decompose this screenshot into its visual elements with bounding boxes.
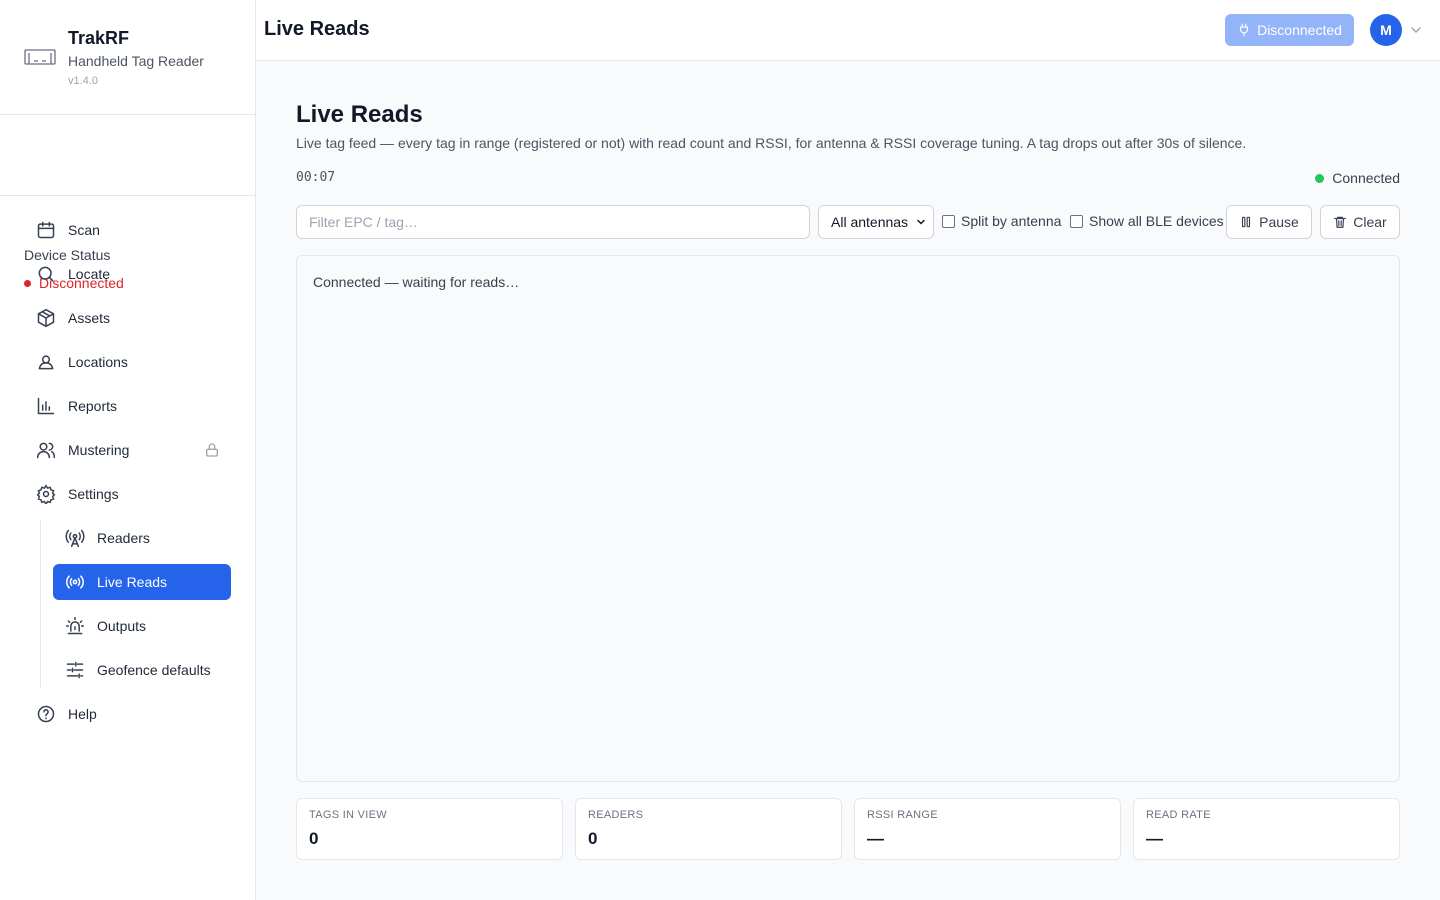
connection-status-text: Connected	[1332, 170, 1400, 186]
broadcast-icon	[66, 575, 84, 589]
sidebar-item-geofence-defaults[interactable]: Geofence defaults	[53, 652, 231, 688]
sidebar-item-label: Outputs	[97, 618, 147, 634]
sidebar-item-label: Locations	[68, 354, 128, 370]
gear-icon	[36, 484, 56, 504]
status-dot-icon	[1315, 173, 1325, 183]
sidebar-item-reports[interactable]: Reports	[24, 388, 232, 424]
stat-rssi-range: RSSI RANGE —	[854, 798, 1121, 860]
bar-chart-icon	[37, 397, 55, 415]
sidebar-item-outputs[interactable]: Outputs	[53, 608, 231, 644]
clear-label: Clear	[1353, 214, 1387, 230]
connection-button-label: Disconnected	[1257, 22, 1342, 38]
sidebar-item-readers[interactable]: Readers	[53, 520, 231, 556]
checkbox-label: Show all BLE devices	[1089, 213, 1224, 229]
sidebar-item-assets[interactable]: Assets	[24, 300, 232, 336]
sidebar-item-label: Readers	[97, 530, 150, 546]
pause-button[interactable]: Pause	[1226, 205, 1312, 239]
sidebar-item-label: Settings	[68, 486, 119, 502]
sliders-icon	[66, 661, 84, 679]
antenna-select[interactable]: All antennas	[818, 205, 934, 239]
siren-icon	[65, 616, 85, 635]
pause-icon	[1242, 216, 1251, 228]
sidebar-item-live-reads[interactable]: Live Reads	[53, 564, 231, 600]
sidebar-item-label: Assets	[68, 310, 111, 326]
calendar-icon	[37, 221, 55, 239]
sidebar-item-locations[interactable]: Locations	[24, 344, 232, 380]
sidebar-item-label: Reports	[68, 398, 118, 414]
page-header-title: Live Reads	[264, 18, 370, 40]
antenna-select-value: All antennas	[831, 214, 909, 230]
sidebar: TrakRF Handheld Tag Reader v1.4.0 Device…	[0, 0, 256, 900]
search-icon	[38, 266, 54, 282]
clear-button[interactable]: Clear	[1320, 205, 1400, 239]
sidebar-item-label: Mustering	[68, 442, 130, 458]
sidebar-item-settings[interactable]: Settings	[24, 476, 232, 512]
stat-value: —	[867, 829, 884, 848]
page-title: Live Reads	[296, 101, 423, 128]
stat-value: 0	[309, 829, 319, 848]
stat-value: 0	[588, 829, 598, 848]
chevron-down-icon[interactable]	[1408, 22, 1424, 38]
connection-status: Connected	[1315, 170, 1400, 186]
stat-value: —	[1146, 829, 1163, 848]
brand-name: TrakRF	[68, 28, 130, 48]
avatar[interactable]: M	[1370, 14, 1402, 46]
feed-message: Connected — waiting for reads…	[313, 274, 520, 290]
sidebar-item-scan[interactable]: Scan	[24, 212, 232, 248]
sidebar-item-mustering[interactable]: Mustering	[24, 432, 232, 468]
session-timer: 00:07	[296, 170, 336, 185]
sidebar-item-label: Scan	[68, 222, 100, 238]
map-pin-icon	[38, 355, 54, 370]
plug-icon	[1239, 23, 1249, 37]
stat-read-rate: READ RATE —	[1133, 798, 1400, 860]
connection-button[interactable]: Disconnected	[1225, 14, 1354, 46]
box-icon	[37, 308, 55, 328]
trash-icon	[1334, 216, 1347, 228]
checkbox-box[interactable]	[1070, 214, 1083, 228]
stat-tags-in-view: TAGS IN VIEW 0	[296, 798, 563, 860]
stat-label: READERS	[588, 809, 644, 821]
stat-label: TAGS IN VIEW	[309, 809, 387, 821]
sidebar-item-locate[interactable]: Locate	[24, 256, 232, 292]
sidebar-item-label: Locate	[68, 266, 111, 282]
pause-label: Pause	[1259, 214, 1299, 230]
split-by-antenna-checkbox[interactable]: Split by antenna	[942, 213, 1061, 229]
brand-subtitle: Handheld Tag Reader	[68, 53, 204, 69]
sidebar-item-label: Geofence defaults	[97, 662, 211, 678]
top-bar: Live Reads Disconnected M	[256, 0, 1440, 61]
filter-input[interactable]	[296, 205, 810, 239]
sidebar-item-help[interactable]: Help	[24, 696, 232, 732]
chevron-down-icon	[917, 219, 925, 225]
live-feed-panel: Connected — waiting for reads…	[296, 255, 1400, 782]
sidebar-item-label: Live Reads	[97, 574, 168, 590]
show-ble-checkbox[interactable]: Show all BLE devices	[1070, 213, 1224, 229]
settings-submenu-divider	[40, 520, 41, 688]
sidebar-item-label: Help	[68, 706, 97, 722]
brand-header: TrakRF Handheld Tag Reader v1.4.0	[0, 0, 255, 115]
checkbox-label: Split by antenna	[961, 213, 1062, 229]
stat-label: RSSI RANGE	[867, 809, 938, 821]
page-description: Live tag feed — every tag in range (regi…	[296, 135, 1247, 151]
feed-toolbar: All antennas Split by antenna Show all B…	[296, 205, 1400, 239]
checkbox-box[interactable]	[942, 214, 955, 228]
stat-readers: READERS 0	[575, 798, 842, 860]
lock-icon	[206, 443, 218, 457]
main-content: Live Reads Live tag feed — every tag in …	[256, 61, 1440, 900]
app-version: v1.4.0	[68, 75, 98, 87]
device-status-panel: Device Status Disconnected	[0, 115, 255, 291]
stat-label: READ RATE	[1146, 809, 1211, 821]
reader-logo-icon	[24, 49, 56, 65]
users-icon	[36, 442, 56, 459]
antenna-icon	[65, 529, 85, 548]
help-icon	[37, 705, 55, 723]
